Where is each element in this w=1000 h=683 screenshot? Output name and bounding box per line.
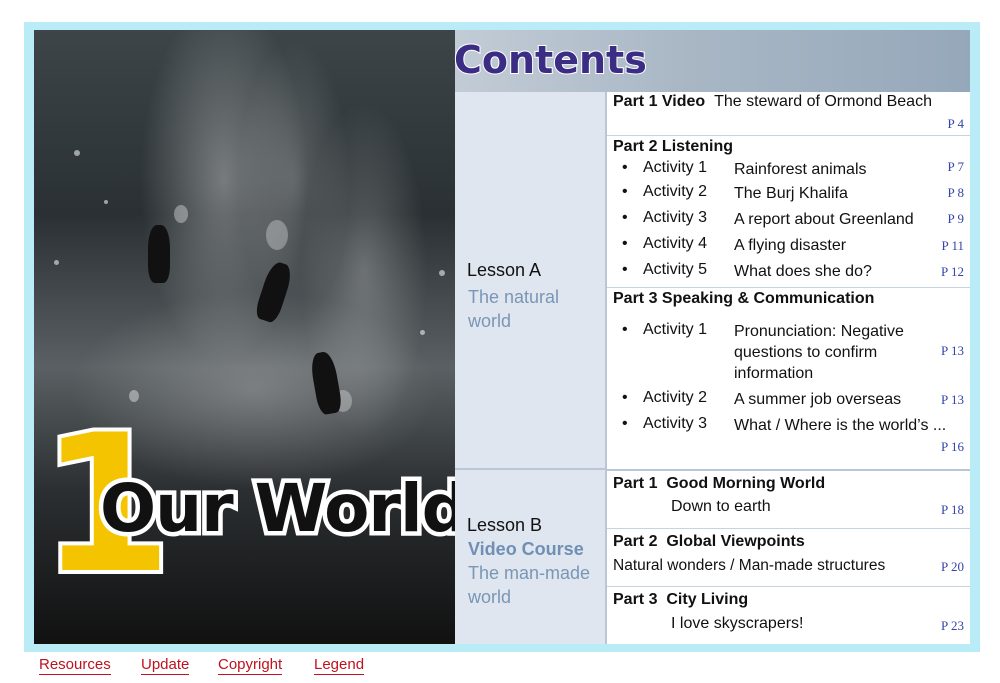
footer-nav: Resources Update Copyright Legend xyxy=(0,656,1000,680)
lesson-b-part2[interactable]: Part 2 Global Viewpoints Natural wonders… xyxy=(607,529,970,587)
page-ref: P 20 xyxy=(941,559,964,574)
lesson-a-part2-listening: Part 2 Listening • Activity 1 Rainforest… xyxy=(607,136,970,288)
page-ref: P 16 xyxy=(941,439,964,454)
activity-title: Pronunciation: Negative questions to con… xyxy=(734,323,904,382)
page-ref: P 9 xyxy=(947,211,965,226)
bullet: • xyxy=(622,159,628,176)
footer-link-legend[interactable]: Legend xyxy=(314,656,365,675)
activity-number: Activity 2 xyxy=(643,389,708,406)
bullet: • xyxy=(622,235,628,252)
activity-title: A summer job overseas xyxy=(734,391,902,408)
page-title: Contents xyxy=(453,37,648,83)
part-title: The steward of Ormond Beach xyxy=(714,93,932,110)
activity-title: The Burj Khalifa xyxy=(734,185,848,202)
bullet: • xyxy=(622,415,628,432)
part-label: Part 1 xyxy=(613,475,658,492)
activity-title: A report about Greenland xyxy=(734,211,914,228)
activity-number: Activity 5 xyxy=(643,261,708,278)
page-ref: P 23 xyxy=(941,618,964,633)
activity-number: Activity 1 xyxy=(643,159,708,176)
diver-figure xyxy=(308,350,344,416)
page-ref: P 18 xyxy=(941,502,964,517)
bullet: • xyxy=(622,209,628,226)
part-label: Part 2 xyxy=(613,533,658,550)
lesson-b-course: Video Course xyxy=(468,539,584,559)
bullet: • xyxy=(622,183,628,200)
diver-figure xyxy=(253,259,295,325)
page-ref: P 11 xyxy=(941,238,964,253)
page-ref: P 13 xyxy=(941,392,964,407)
activity-number: Activity 2 xyxy=(643,183,708,200)
bullet: • xyxy=(622,261,628,278)
page-ref: P 4 xyxy=(947,116,965,131)
lesson-a-panel[interactable]: Lesson A The natural world xyxy=(455,92,605,470)
page-ref: P 8 xyxy=(947,185,965,200)
lesson-a-part1-video[interactable]: Part 1 Video The steward of Ormond Beach… xyxy=(607,92,970,136)
part-name: Good Morning World xyxy=(666,475,826,492)
lesson-b-panel[interactable]: Lesson B Video Course The man-made world xyxy=(455,470,605,644)
lesson-b-name: Lesson B xyxy=(467,515,543,535)
contents-panel: 1 Our World Contents Lesson A The natura… xyxy=(34,30,970,644)
page-ref: P 7 xyxy=(947,159,965,174)
unit-title: Our World xyxy=(96,470,474,547)
activity-number: Activity 1 xyxy=(643,321,708,338)
page-ref: P 13 xyxy=(941,343,964,358)
part-title: I love skyscrapers! xyxy=(671,615,804,632)
activity-number: Activity 3 xyxy=(643,415,708,432)
lesson-b-part3[interactable]: Part 3 City Living I love skyscrapers! P… xyxy=(607,587,970,644)
bullet: • xyxy=(622,321,628,338)
part-label: Part 3 Speaking & Communication xyxy=(613,290,875,307)
activity-title: What does she do? xyxy=(734,263,872,280)
part-title: Natural wonders / Man-made structures xyxy=(613,557,886,574)
part-label: Part 3 xyxy=(613,591,658,608)
lesson-b-subtitle: The man-made xyxy=(468,563,591,583)
activity-number: Activity 4 xyxy=(643,235,708,252)
lesson-a-subtitle: The natural xyxy=(468,287,560,307)
part-name: City Living xyxy=(666,591,749,608)
activity-title: What / Where is the world’s ... xyxy=(734,417,947,434)
part-label: Part 1 Video xyxy=(613,93,706,110)
diver-figure xyxy=(148,225,170,283)
part-label: Part 2 Listening xyxy=(613,138,734,155)
parts-column: Part 1 Video The steward of Ormond Beach… xyxy=(605,92,970,644)
activity-number: Activity 3 xyxy=(643,209,708,226)
footer-link-copyright[interactable]: Copyright xyxy=(218,656,283,675)
activity-title: A flying disaster xyxy=(734,237,847,254)
lesson-a-subtitle: world xyxy=(468,311,512,331)
lesson-a-name: Lesson A xyxy=(467,260,542,280)
footer-link-update[interactable]: Update xyxy=(141,656,190,675)
lesson-b-subtitle: world xyxy=(468,587,512,607)
lesson-a-part3-speaking: Part 3 Speaking & Communication • Activi… xyxy=(607,288,970,470)
part-name: Global Viewpoints xyxy=(666,533,805,550)
unit-cover-photo: 1 Our World xyxy=(34,30,473,644)
page-ref: P 12 xyxy=(941,264,964,279)
footer-link-resources[interactable]: Resources xyxy=(39,656,111,675)
bullet: • xyxy=(622,389,628,406)
lesson-b-part1[interactable]: Part 1 Good Morning World Down to earth … xyxy=(607,471,970,529)
part-title: Down to earth xyxy=(671,498,771,515)
activity-title: Rainforest animals xyxy=(734,161,867,178)
